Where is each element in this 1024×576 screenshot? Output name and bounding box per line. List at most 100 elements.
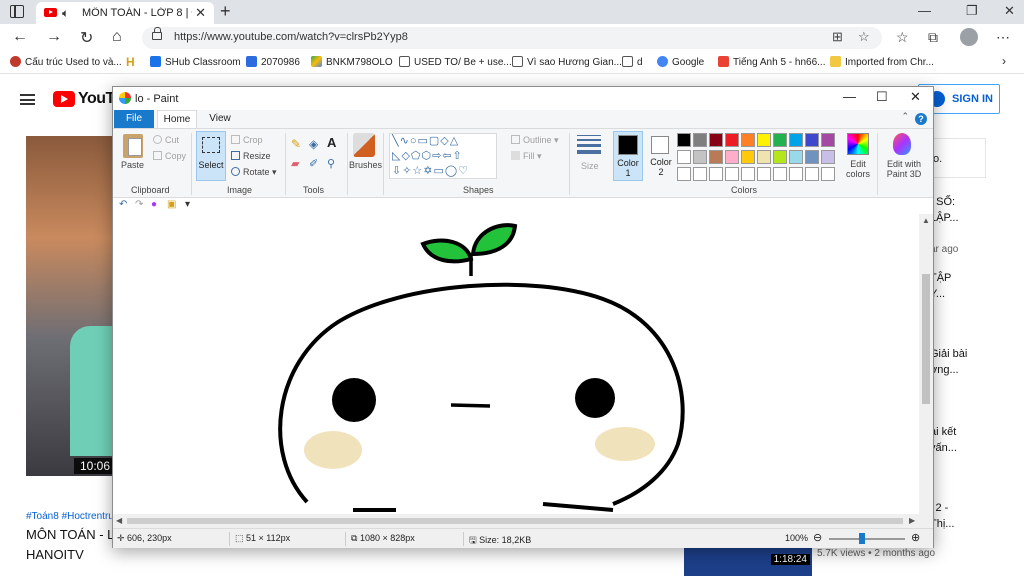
outline-button[interactable]: Outline ▾ — [511, 135, 559, 146]
palette-swatch[interactable] — [693, 133, 707, 147]
paint-maximize-icon[interactable]: ☐ — [876, 89, 888, 105]
paste-icon[interactable] — [123, 134, 143, 158]
crop-button[interactable]: Crop — [231, 135, 263, 145]
scroll-up-icon[interactable]: ▲ — [922, 216, 930, 225]
bookmark-item[interactable]: USED TO/ Be + use... — [399, 56, 512, 68]
bookmark-folder[interactable]: Imported from Chr... — [830, 56, 934, 68]
chevron-right-icon[interactable]: › — [1002, 54, 1006, 68]
palette-swatch[interactable] — [805, 133, 819, 147]
text-tool-icon[interactable]: A — [327, 135, 336, 150]
paint3d-small-icon[interactable]: ● — [151, 199, 157, 210]
palette-swatch[interactable] — [757, 133, 771, 147]
palette-swatch[interactable] — [773, 150, 787, 164]
zoom-in-icon[interactable]: ⊕ — [911, 531, 920, 544]
palette-swatch[interactable] — [677, 133, 691, 147]
bookmark-item[interactable]: Cấu trúc Used to và... — [10, 56, 122, 68]
tab-actions-icon[interactable] — [10, 5, 24, 18]
vertical-scrollbar[interactable]: ▲ — [919, 214, 933, 514]
palette-swatch[interactable] — [821, 150, 835, 164]
tab-view[interactable]: View — [203, 110, 237, 128]
palette-custom-swatch[interactable] — [789, 167, 803, 181]
horizontal-scroll-thumb[interactable] — [127, 518, 903, 524]
fill-bucket-icon[interactable]: ◈ — [309, 137, 318, 151]
rotate-button[interactable]: Rotate ▾ — [231, 167, 277, 178]
profile-avatar[interactable] — [960, 28, 978, 46]
zoom-slider-thumb[interactable] — [859, 533, 865, 544]
palette-custom-swatch[interactable] — [709, 167, 723, 181]
paint-close-icon[interactable]: ✕ — [910, 89, 921, 105]
palette-custom-swatch[interactable] — [677, 167, 691, 181]
browser-tab-youtube[interactable]: 🔈︎ MÔN TOÁN - LỚP 8 | ĐẠI SỐ ✕ — [36, 2, 214, 24]
redo-icon[interactable]: ↷ — [135, 199, 143, 210]
tab-home[interactable]: Home — [157, 110, 197, 128]
restore-icon[interactable]: ❐ — [966, 3, 978, 19]
edit-colors-icon[interactable] — [847, 133, 869, 155]
customize-qat-icon[interactable]: ▾ — [185, 199, 190, 210]
edit-colors-button[interactable]: Edit colors — [843, 159, 873, 179]
paste-button[interactable]: Paste — [121, 160, 144, 170]
palette-swatch[interactable] — [709, 150, 723, 164]
paint-title-bar[interactable]: lo - Paint — ☐ ✕ — [113, 87, 933, 110]
related-title[interactable]: ơng... — [930, 364, 959, 376]
apps-icon[interactable]: ⊞ — [832, 29, 843, 45]
pencil-icon[interactable]: ✎ — [291, 137, 301, 151]
size-lines-icon[interactable] — [577, 135, 601, 154]
home-icon[interactable]: ⌂ — [112, 28, 122, 46]
shapes-gallery[interactable]: ╲∿○▭▢◇△ ◺◇⬠⬡⇨⇦⇧ ⇩✧☆✡▭◯♡ — [389, 133, 497, 179]
refresh-icon[interactable]: ↻ — [80, 28, 93, 48]
scroll-left-icon[interactable]: ◀ — [116, 516, 122, 525]
cut-button[interactable]: Cut — [153, 135, 179, 145]
bookmark-item[interactable]: Tiếng Anh 5 - hn66... — [718, 56, 825, 68]
palette-swatch[interactable] — [757, 150, 771, 164]
palette-swatch[interactable] — [773, 133, 787, 147]
youtube-logo-icon[interactable] — [53, 91, 75, 107]
color1-button[interactable]: Color 1 — [613, 131, 643, 181]
palette-custom-swatch[interactable] — [741, 167, 755, 181]
palette-custom-swatch[interactable] — [805, 167, 819, 181]
back-icon[interactable]: ← — [12, 28, 28, 46]
magnifier-icon[interactable]: ⚲ — [327, 157, 335, 170]
vertical-scroll-thumb[interactable] — [922, 274, 930, 404]
edit-paint3d-button[interactable]: Edit with Paint 3D — [881, 159, 927, 179]
eraser-icon[interactable]: ▰ — [291, 157, 299, 170]
color-picker-icon[interactable]: ✐ — [309, 157, 318, 170]
more-menu-icon[interactable]: ⋯ — [996, 29, 1010, 46]
palette-custom-swatch[interactable] — [725, 167, 739, 181]
select-button[interactable]: Select — [196, 131, 226, 181]
palette-swatch[interactable] — [709, 133, 723, 147]
bookmark-item[interactable]: Google — [657, 56, 704, 68]
palette-custom-swatch[interactable] — [821, 167, 835, 181]
paint3d-icon[interactable] — [893, 133, 911, 155]
palette-swatch[interactable] — [805, 150, 819, 164]
palette-swatch[interactable] — [725, 133, 739, 147]
related-title[interactable]: Giải bài — [930, 348, 967, 360]
scroll-right-icon[interactable]: ▶ — [909, 516, 915, 525]
favorite-star-icon[interactable]: ☆ — [858, 29, 870, 45]
bookmark-item[interactable]: Vì sao Hương Gian... — [512, 56, 622, 68]
tab-close-icon[interactable]: ✕ — [195, 5, 206, 21]
video-player[interactable]: 10:06 — [26, 136, 120, 476]
fill-button[interactable]: Fill ▾ — [511, 151, 542, 162]
brush-icon[interactable] — [353, 133, 375, 157]
undo-icon[interactable]: ↶ — [119, 199, 127, 210]
bookmark-item[interactable]: 2070986 — [246, 56, 300, 68]
collections-icon[interactable]: ⧉ — [928, 29, 938, 46]
bookmark-item[interactable]: BNKM798OLO — [311, 56, 393, 68]
save-icon[interactable]: ▣ — [167, 199, 176, 210]
palette-custom-swatch[interactable] — [693, 167, 707, 181]
palette-swatch[interactable] — [741, 133, 755, 147]
minimize-icon[interactable]: — — [918, 3, 931, 18]
related-title[interactable]: LẬP... — [930, 212, 959, 224]
palette-swatch[interactable] — [725, 150, 739, 164]
favorites-icon[interactable]: ☆ — [896, 29, 909, 46]
palette-swatch[interactable] — [821, 133, 835, 147]
palette-swatch[interactable] — [789, 133, 803, 147]
bookmark-item[interactable]: d — [622, 56, 643, 68]
palette-custom-swatch[interactable] — [757, 167, 771, 181]
palette-swatch[interactable] — [789, 150, 803, 164]
bookmark-item[interactable]: SHub Classroom — [150, 56, 241, 68]
paint-minimize-icon[interactable]: — — [843, 89, 856, 104]
tab-file[interactable]: File — [114, 110, 154, 128]
palette-custom-swatch[interactable] — [773, 167, 787, 181]
menu-icon[interactable] — [20, 94, 35, 105]
